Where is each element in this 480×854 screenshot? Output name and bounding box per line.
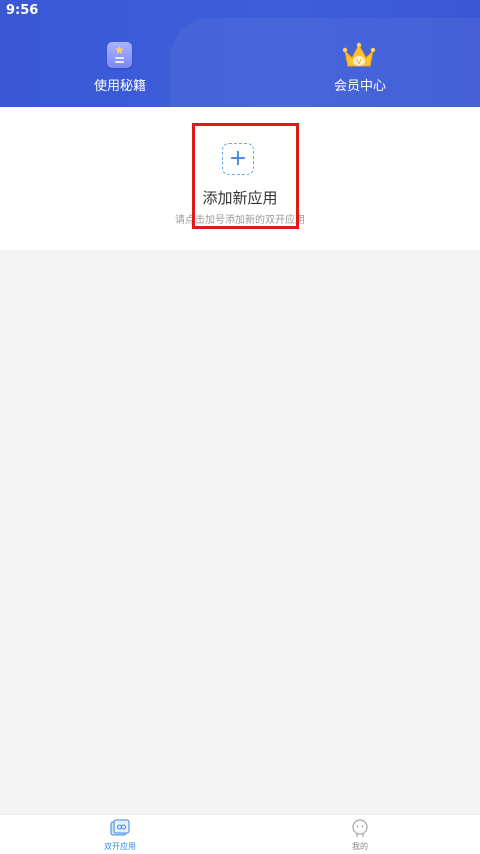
tab-dual-apps[interactable]: 双开应用 [60, 815, 180, 854]
book-star-icon: ★ [107, 42, 132, 68]
profile-icon [352, 819, 368, 837]
bottom-nav: 双开应用 我的 [0, 814, 480, 854]
tab-dual-apps-label: 双开应用 [104, 842, 136, 851]
header: 9:56 ★ 使用秘籍 V 会员中心 [0, 0, 480, 107]
secrets-label: 使用秘籍 [93, 79, 146, 94]
dual-app-icon [110, 819, 130, 836]
svg-text:V: V [357, 59, 362, 66]
plus-icon: + [228, 146, 248, 171]
tab-mine-label: 我的 [352, 842, 368, 851]
member-center-label: 会员中心 [333, 79, 386, 94]
add-app-panel: + 添加新应用 请点击加号添加新的双开应用 [0, 107, 480, 250]
tab-mine[interactable]: 我的 [300, 815, 420, 854]
add-app-button[interactable]: + [222, 143, 254, 175]
crown-icon: V [342, 42, 376, 67]
add-app-title: 添加新应用 [202, 189, 278, 207]
add-app-subtitle: 请点击加号添加新的双开应用 [175, 215, 305, 226]
status-time: 9:56 [6, 3, 39, 18]
